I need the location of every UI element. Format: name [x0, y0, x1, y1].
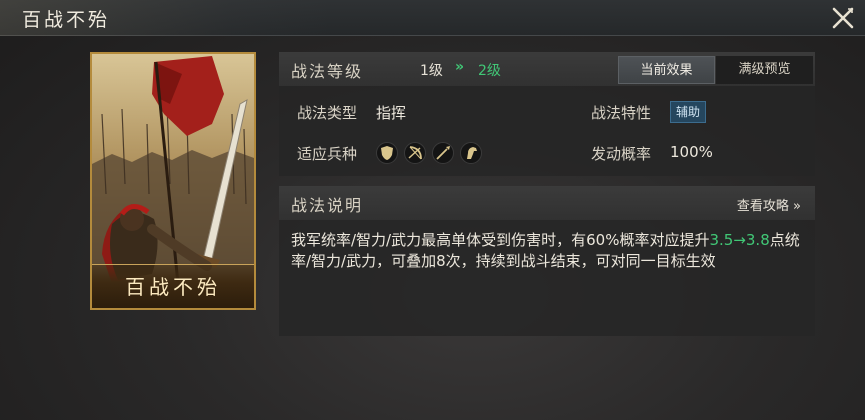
trigger-rate-label: 发动概率	[591, 145, 652, 163]
view-guide-link[interactable]: 查看攻略 »	[737, 195, 801, 214]
tactic-card: 百战不殆	[90, 52, 256, 310]
tab-current-effect[interactable]: 当前效果	[618, 56, 715, 84]
spear-icon	[432, 142, 454, 164]
bow-icon	[404, 142, 426, 164]
description-header: 战法说明 查看攻略 »	[279, 186, 815, 220]
level-next: 2级	[478, 63, 501, 79]
level-current: 1级	[420, 63, 443, 79]
troop-types-label: 适应兵种	[297, 145, 358, 163]
level-arrow-icon: »	[455, 59, 465, 75]
tactic-description-panel: 战法说明 查看攻略 » 我军统率/智力/武力最高单体受到伤害时，有60%概率对应…	[279, 186, 815, 336]
card-name: 百战不殆	[125, 275, 221, 299]
tab-max-level-preview[interactable]: 满级预览	[716, 56, 813, 84]
description-text-before: 我军统率/智力/武力最高单体受到伤害时，有60%概率对应提升	[291, 231, 710, 249]
description-highlight-value: 3.5→3.8	[709, 231, 770, 249]
close-x-icon	[832, 7, 854, 29]
tactic-type-value: 指挥	[376, 104, 407, 122]
window-title: 百战不殆	[22, 9, 111, 31]
level-label: 战法等级	[291, 62, 364, 81]
tactic-trait-label: 战法特性	[591, 104, 652, 122]
title-bar: 百战不殆	[0, 0, 865, 36]
description-text: 我军统率/智力/武力最高单体受到伤害时，有60%概率对应提升3.5→3.8点统率…	[291, 230, 806, 272]
tactic-trait-badge: 辅助	[670, 101, 707, 123]
level-header: 战法等级 1级 » 2级 当前效果 满级预览	[279, 52, 815, 86]
close-button[interactable]	[831, 6, 855, 30]
description-title: 战法说明	[291, 196, 364, 215]
tactic-type-label: 战法类型	[297, 104, 358, 122]
shield-icon	[376, 142, 398, 164]
tactic-info-panel: 战法等级 1级 » 2级 当前效果 满级预览 战法类型 指挥 战法特性 辅助 适…	[279, 52, 815, 176]
trigger-rate-value: 100%	[670, 143, 713, 161]
horse-icon	[460, 142, 482, 164]
